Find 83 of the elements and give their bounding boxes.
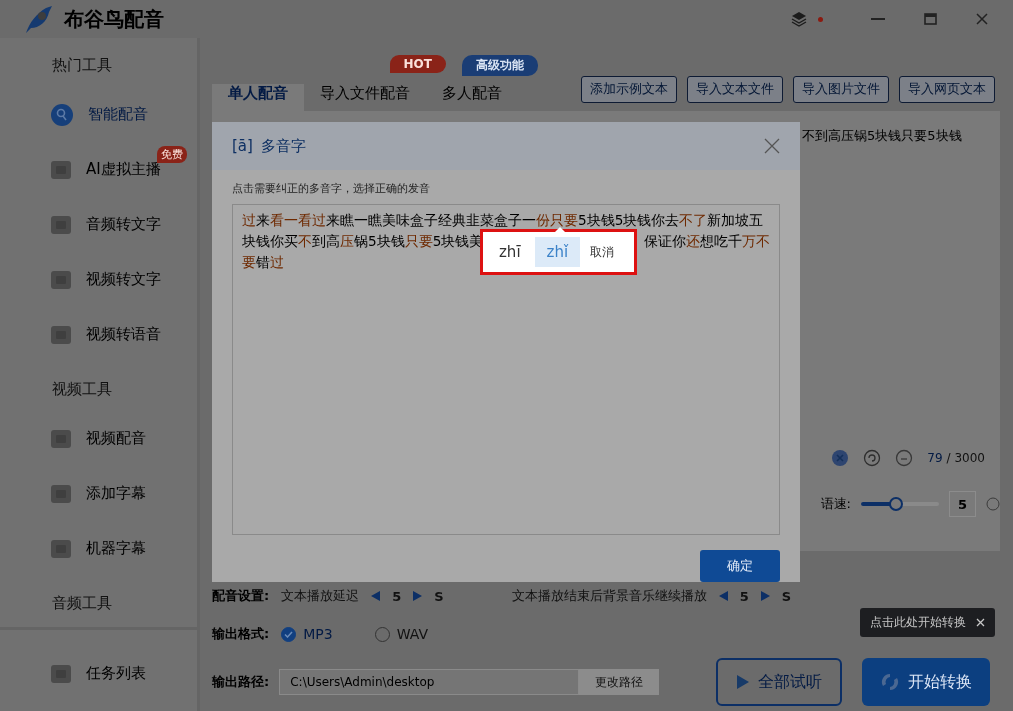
left-arrow-icon[interactable] <box>718 591 728 601</box>
sidebar-item[interactable]: 视频配音 <box>0 411 197 466</box>
sidebar-item[interactable]: 添加字幕 <box>0 466 197 521</box>
start-convert-button[interactable]: 开始转换 <box>862 658 990 706</box>
toolbar-button[interactable]: 添加示例文本 <box>581 76 677 103</box>
toolbar-button[interactable]: 导入网页文本 <box>899 76 995 103</box>
polyphonic-text[interactable]: 只要 <box>404 232 433 251</box>
speed-label: 语速: <box>820 495 851 513</box>
right-arrow-icon[interactable] <box>413 591 423 601</box>
sidebar-item[interactable]: 任务列表 <box>0 646 197 701</box>
plain-text: 块钱你买 <box>242 232 298 251</box>
section-title: 音频工具 <box>51 593 113 614</box>
app-title: 布谷鸟配音 <box>64 5 164 33</box>
sidebar-item[interactable]: 音频转文字 <box>0 197 197 252</box>
sidebar-item[interactable]: 智能配音 <box>0 87 197 142</box>
check-icon <box>284 630 294 638</box>
path-label: 输出路径: <box>212 673 270 691</box>
polyphonic-text[interactable]: 不 <box>298 232 312 251</box>
plain-text: 保证你 <box>644 232 686 251</box>
delay-unit: S <box>434 588 444 604</box>
pinyin-option[interactable]: zhǐ <box>534 237 581 267</box>
sidebar-item[interactable]: AI虚拟主播 免费 <box>0 142 197 197</box>
dialog-title: 多音字 <box>260 136 306 156</box>
circle-icon <box>986 497 1000 511</box>
polyphonic-text[interactable]: 过 <box>270 253 284 272</box>
change-path-button[interactable]: 更改路径 <box>579 669 660 695</box>
sidebar-item[interactable]: 视频转文字 <box>0 252 197 307</box>
hot-badge: HOT <box>389 55 446 73</box>
polyphonic-text[interactable]: 压 <box>340 232 354 251</box>
character-count: 79 <box>927 451 943 465</box>
plain-text: 5块钱5块钱你去 <box>578 211 680 230</box>
toolbar-button[interactable]: 导入文本文件 <box>687 76 783 103</box>
plain-text: 锅5块钱 <box>354 232 405 251</box>
section-title: 视频工具 <box>51 379 113 400</box>
free-badge: 免费 <box>157 146 187 163</box>
format-label: 输出格式: <box>212 625 270 643</box>
bgm-label: 文本播放结束后背景音乐继续播放 <box>511 587 707 605</box>
speed-slider[interactable] <box>861 497 939 511</box>
polyphonic-text[interactable]: 不了 <box>679 211 708 230</box>
bgm-unit: S <box>781 588 792 604</box>
character-limit: / 3000 <box>946 451 985 465</box>
tooltip-text: 点击此处开始转换 <box>870 614 966 631</box>
slider-thumb[interactable] <box>889 497 904 511</box>
delay-label: 文本播放延迟 <box>281 587 360 605</box>
sidebar-item[interactable]: 机器字幕 <box>0 521 197 576</box>
plain-text: 来瞧一瞧美味盒子经典韭菜盒子一 <box>326 211 536 230</box>
polyphonic-text[interactable]: 过 <box>242 211 256 230</box>
plain-text: 新加坡五 <box>707 211 764 230</box>
feature-badge: 高级功能 <box>462 55 538 76</box>
format-radio[interactable]: MP3 <box>281 626 333 642</box>
tab[interactable]: 单人配音 <box>212 84 304 111</box>
confirm-button[interactable]: 确定 <box>700 550 780 582</box>
sidebar-item[interactable]: 视频转语音 <box>0 307 197 362</box>
plain-text: 来 <box>256 211 270 230</box>
polyphonic-text[interactable]: 万不 <box>742 232 770 251</box>
clear-icon[interactable] <box>831 449 850 467</box>
undo-icon[interactable] <box>863 449 882 467</box>
polyphonic-text[interactable]: 看一看过 <box>270 211 326 230</box>
tab[interactable]: 多人配音 <box>426 84 518 111</box>
delay-value: 5 <box>392 588 402 604</box>
bgm-value: 5 <box>739 588 749 604</box>
tab[interactable]: 导入文件配音 <box>304 84 426 111</box>
dialog-hint: 点击需要纠正的多音字，选择正确的发音 <box>231 181 431 197</box>
plain-text: 想吃千 <box>700 232 742 251</box>
toolbar-button[interactable]: 导入图片文件 <box>793 76 889 103</box>
settings-label: 配音设置: <box>212 587 270 605</box>
preview-all-button[interactable]: 全部试听 <box>716 658 842 706</box>
plain-text: 到高 <box>312 232 340 251</box>
format-radio[interactable]: WAV <box>374 626 428 642</box>
play-icon <box>736 674 750 690</box>
polyphonic-text[interactable]: 还 <box>686 232 700 251</box>
left-arrow-icon[interactable] <box>371 591 381 601</box>
redo-icon[interactable] <box>895 449 914 467</box>
dialog-icon-text: [ā] <box>232 137 253 155</box>
editor-text: 不到高压锅5块钱只要5块钱 <box>802 127 962 145</box>
plain-text: 错 <box>256 253 270 272</box>
speed-value-field[interactable]: 5 <box>949 491 976 517</box>
right-arrow-icon[interactable] <box>760 591 770 601</box>
polyphonic-text[interactable]: 份只要 <box>536 211 578 230</box>
polyphonic-text[interactable]: 要 <box>242 253 256 272</box>
refresh-icon <box>880 672 900 692</box>
path-field[interactable]: C:\Users\Admin\desktop <box>279 669 580 695</box>
section-title: 热门工具 <box>51 55 113 76</box>
